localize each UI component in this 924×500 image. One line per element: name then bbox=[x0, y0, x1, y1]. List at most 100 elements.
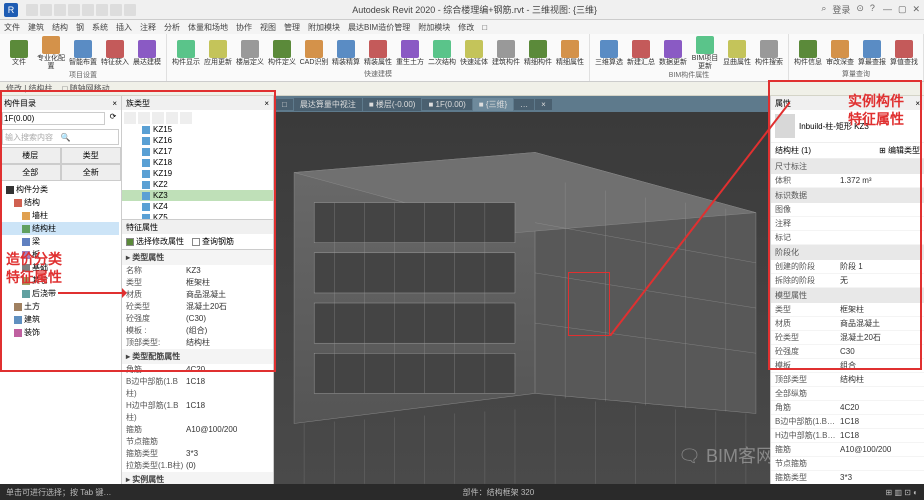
tree-item[interactable]: 结构 bbox=[2, 196, 119, 209]
ribbon-button[interactable]: 算值查找 bbox=[889, 40, 919, 67]
menu-bar[interactable]: 文件建筑结构钢系统插入注释分析体量和场地协作视图管理附加模块晨达BIM造价管理附… bbox=[0, 20, 924, 34]
prop-row[interactable]: 箍筋A10@100/200 bbox=[122, 424, 273, 436]
kz-item[interactable]: KZ5 bbox=[122, 212, 273, 220]
prop-row[interactable]: 拆除的阶段无 bbox=[771, 274, 924, 288]
kz-item[interactable]: KZ4 bbox=[122, 201, 273, 212]
tree-item[interactable]: 建筑 bbox=[2, 313, 119, 326]
prop-row[interactable]: H边中部筋(1.B…1C18 bbox=[771, 429, 924, 443]
prop-row[interactable]: H边中部筋(1.B柱)1C18 bbox=[122, 400, 273, 424]
menu-item[interactable]: 钢 bbox=[76, 22, 84, 33]
ribbon[interactable]: 文件专业化配置智能布置特征获入晨达建模项目设置构件显示应用更新楼层定义构件定义C… bbox=[0, 34, 924, 82]
tree-item[interactable]: 土方 bbox=[2, 300, 119, 313]
menu-item[interactable]: 系统 bbox=[92, 22, 108, 33]
prop-row[interactable]: 节点箍筋 bbox=[771, 457, 924, 471]
menu-item[interactable]: 视图 bbox=[260, 22, 276, 33]
menu-item[interactable]: 体量和场地 bbox=[188, 22, 228, 33]
tree-item[interactable]: 基础 bbox=[2, 261, 119, 274]
ribbon-button[interactable]: 快速延体 bbox=[459, 40, 489, 67]
ribbon-button[interactable]: 数据更新 bbox=[658, 40, 688, 67]
prop-row[interactable]: 类型框架柱 bbox=[771, 303, 924, 317]
prop-row[interactable]: 顶部类型结构柱 bbox=[771, 373, 924, 387]
tree-item[interactable]: 其它 bbox=[2, 274, 119, 287]
menu-item[interactable]: 管理 bbox=[284, 22, 300, 33]
prop-row[interactable]: 砼强度(C30) bbox=[122, 313, 273, 325]
view-tab[interactable]: 晨达算量中视注 bbox=[294, 98, 362, 111]
ribbon-button[interactable]: BIM项目更新 bbox=[690, 36, 720, 71]
ribbon-button[interactable]: 晨达建模 bbox=[132, 40, 162, 67]
prop-row[interactable]: 创建的阶段阶段 1 bbox=[771, 260, 924, 274]
app-icon[interactable]: R bbox=[4, 3, 18, 17]
prop-row[interactable]: 箍筋类型3*3 bbox=[771, 471, 924, 485]
tree-item[interactable]: 板 bbox=[2, 248, 119, 261]
ribbon-button[interactable]: 重生土方 bbox=[395, 40, 425, 67]
view-tab[interactable]: … bbox=[514, 99, 534, 110]
tree-item[interactable]: 梁 bbox=[2, 235, 119, 248]
tree-item[interactable]: 后浇带 bbox=[2, 287, 119, 300]
prop-row[interactable]: 注释 bbox=[771, 217, 924, 231]
subtab[interactable]: 全新 bbox=[61, 164, 122, 181]
prop-row[interactable]: 模板组合 bbox=[771, 359, 924, 373]
prop-row[interactable]: B边中部筋(1.B柱)1C18 bbox=[122, 376, 273, 400]
menu-item[interactable]: □ bbox=[482, 23, 487, 32]
component-tree[interactable]: 构件分类结构墙柱结构柱梁板基础其它后浇带土方建筑装饰 bbox=[0, 181, 121, 486]
family-toolbar[interactable] bbox=[122, 110, 273, 124]
user-area[interactable]: ⌕登录⊙? bbox=[821, 3, 875, 16]
menu-item[interactable]: 附加模块 bbox=[308, 22, 340, 33]
prop-row[interactable]: 顶部类型:结构柱 bbox=[122, 337, 273, 349]
catalog-tabs[interactable]: 楼层类型 bbox=[0, 147, 121, 164]
prop-row[interactable]: 标记 bbox=[771, 231, 924, 245]
tab[interactable]: 类型 bbox=[61, 147, 122, 164]
view-tab[interactable]: ■ 1F(0.00) bbox=[422, 99, 471, 110]
tree-item[interactable]: 构件分类 bbox=[2, 183, 119, 196]
view-tab[interactable]: ■ {三维} bbox=[473, 98, 513, 111]
kz-item[interactable]: KZ17 bbox=[122, 146, 273, 157]
menu-item[interactable]: 附加模块 bbox=[418, 22, 450, 33]
prop-row[interactable]: 材质商品混凝土 bbox=[122, 289, 273, 301]
prop-row[interactable]: 砼类型混凝土20石 bbox=[122, 301, 273, 313]
menu-item[interactable]: 文件 bbox=[4, 22, 20, 33]
menu-item[interactable]: 插入 bbox=[116, 22, 132, 33]
edit-type-row[interactable]: 结构柱 (1)⊞ 编辑类型 bbox=[771, 143, 924, 159]
prop-row[interactable]: 砼类型混凝土20石 bbox=[771, 331, 924, 345]
prop-row[interactable]: 箍筋A10@100/200 bbox=[771, 443, 924, 457]
view-tab[interactable]: × bbox=[535, 99, 552, 110]
prop-row[interactable]: 节点箍筋 bbox=[122, 436, 273, 448]
prop-row[interactable]: 全部纵筋 bbox=[771, 387, 924, 401]
ribbon-button[interactable]: 专业化配置 bbox=[36, 36, 66, 71]
ribbon-button[interactable]: 应用更新 bbox=[203, 40, 233, 67]
prop-row[interactable]: 名称KZ3 bbox=[122, 265, 273, 277]
ribbon-button[interactable]: 算最查报 bbox=[857, 40, 887, 67]
kz-item[interactable]: KZ16 bbox=[122, 135, 273, 146]
kz-item[interactable]: KZ18 bbox=[122, 157, 273, 168]
ribbon-button[interactable]: 二次结构 bbox=[427, 40, 457, 67]
tree-item[interactable]: 装饰 bbox=[2, 326, 119, 339]
prop-row[interactable]: 类型框架柱 bbox=[122, 277, 273, 289]
ribbon-button[interactable]: 构件信息 bbox=[793, 40, 823, 67]
search-icon[interactable]: 🔍 bbox=[61, 133, 117, 142]
view-tab[interactable]: □ bbox=[276, 99, 293, 110]
ribbon-button[interactable]: 审改深查 bbox=[825, 40, 855, 67]
kz-item[interactable]: KZ2 bbox=[122, 179, 273, 190]
ribbon-button[interactable]: 构件搜索 bbox=[754, 40, 784, 67]
type-selector[interactable]: Inbuild-柱-矩形 KZ3 bbox=[771, 110, 924, 143]
kz-item[interactable]: KZ19 bbox=[122, 168, 273, 179]
view-tab[interactable]: ■ 楼层(-0.00) bbox=[363, 98, 422, 111]
menu-item[interactable]: 晨达BIM造价管理 bbox=[348, 22, 410, 33]
prop-row[interactable]: 拉筋类型(1.B柱)(0) bbox=[122, 460, 273, 472]
menu-item[interactable]: 建筑 bbox=[28, 22, 44, 33]
quick-access-toolbar[interactable] bbox=[26, 4, 136, 16]
options-bar[interactable]: 修改 | 结构柱□ 随轴网移动 bbox=[0, 82, 924, 96]
search-input[interactable]: 输入搜索内容🔍 bbox=[2, 129, 119, 145]
ribbon-button[interactable]: 构件显示 bbox=[171, 40, 201, 67]
menu-item[interactable]: 结构 bbox=[52, 22, 68, 33]
ribbon-button[interactable]: 构件定义 bbox=[267, 40, 297, 67]
window-controls[interactable]: —▢✕ bbox=[883, 4, 920, 15]
ribbon-button[interactable]: 精细构件 bbox=[523, 40, 553, 67]
prop-tabs[interactable]: 选择修改属性 查询钢筋 bbox=[122, 234, 273, 250]
menu-item[interactable]: 修改 bbox=[458, 22, 474, 33]
prop-row[interactable]: 角筋4C20 bbox=[122, 364, 273, 376]
kz-item[interactable]: KZ3 bbox=[122, 190, 273, 201]
level-dropdown[interactable]: 1F(0.00) bbox=[2, 112, 105, 125]
ribbon-button[interactable]: 智能布置 bbox=[68, 40, 98, 67]
menu-item[interactable]: 分析 bbox=[164, 22, 180, 33]
